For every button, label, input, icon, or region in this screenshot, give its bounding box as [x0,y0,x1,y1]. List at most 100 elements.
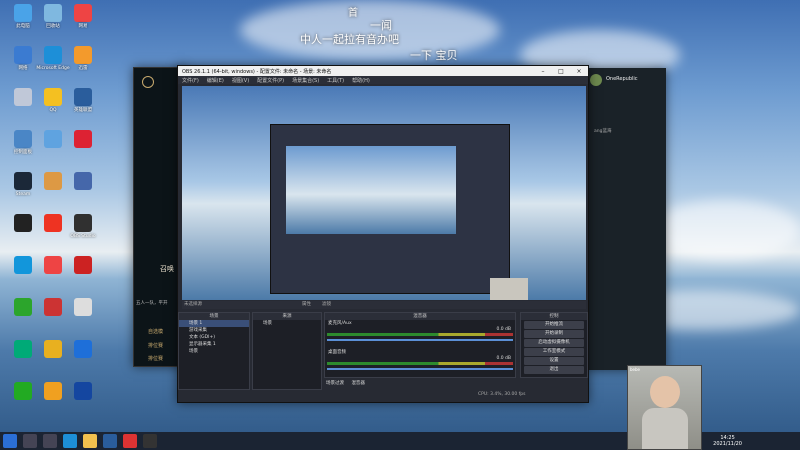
league-option[interactable]: 排位赛 [148,342,163,349]
menu-item[interactable]: 文件(F) [182,77,199,84]
desktop-icon[interactable] [14,172,32,190]
desktop-icon[interactable] [14,88,32,106]
menu-item[interactable]: 工具(T) [327,77,344,84]
desktop-icon[interactable] [74,256,92,274]
transitions-tab[interactable]: 场景过渡 [326,381,344,386]
desktop-icon[interactable] [44,4,62,22]
desktop-icon-label: Microsoft Edge [36,66,70,71]
mixer-tab[interactable]: 混音器 [351,381,365,386]
close-icon[interactable]: × [570,68,588,75]
desktop-icon-label: OBS Studio [70,234,96,239]
desktop-icon[interactable] [74,172,92,190]
desktop-icon[interactable] [14,256,32,274]
clock[interactable]: 14:25 2021/11/20 [713,435,742,447]
obs-taskbar-icon[interactable] [143,434,157,448]
chat-username: OneRepublic [606,76,638,82]
chat-list-item[interactable]: ang蓝海 [594,128,611,134]
properties-tab[interactable]: 属性 [302,301,311,307]
audio-meter [327,333,513,336]
scenes-panel: 场景 场景 1 游戏采集 文本 (GDI+) 显示器采集 1 场景 [178,312,250,390]
clock-date: 2021/11/20 [713,441,742,447]
control-button[interactable]: 退出 [524,366,584,374]
menu-item[interactable]: 编辑(E) [207,77,224,84]
obs-window[interactable]: OBS 26.1.1 (64-bit, windows) - 配置文件: 未命名… [177,65,589,403]
chat-window[interactable]: OneRepublic ang蓝海 [586,68,666,370]
desktop-icon-label: 迅雷 [78,66,88,71]
league-option[interactable]: 排位赛 [148,355,163,362]
desktop-icon[interactable] [44,214,62,232]
desktop-icon[interactable] [14,214,32,232]
sources-header: 来源 [253,313,321,320]
menu-item[interactable]: 帮助(H) [352,77,370,84]
search-icon[interactable] [23,434,37,448]
scene-item[interactable]: 显示器采集 1 [179,341,249,348]
edge-icon[interactable] [63,434,77,448]
control-button[interactable]: 开始推流 [524,321,584,329]
desktop-icon[interactable] [74,382,92,400]
sources-panel: 来源 场景 [252,312,322,390]
mixer-panel: 混音器 麦克风/Aux 0.0 dB 桌面音频 0.0 dB [324,312,516,378]
desktop-icon[interactable] [74,340,92,358]
mixer-db: 0.0 dB [496,327,511,332]
league-taskbar-icon[interactable] [103,434,117,448]
desktop-icon[interactable] [44,172,62,190]
desktop-icon[interactable] [44,88,62,106]
menu-item[interactable]: 视图(V) [232,77,249,84]
desktop-icon[interactable] [44,382,62,400]
desktop-icon[interactable] [14,382,32,400]
lyric-line: 中人一起拉有音办吧 [300,33,399,46]
obs-preview[interactable] [182,86,586,300]
league-option[interactable]: 自选模 [148,328,163,335]
desktop-icon-label: 英雄联盟 [74,108,92,113]
source-item[interactable]: 场景 [253,320,321,327]
mixer-tabs: 场景过渡 混音器 [326,380,365,386]
scene-item[interactable]: 游戏采集 [179,327,249,334]
obs-status: CPU: 3.4%, 30.00 fps [478,392,526,397]
menu-item[interactable]: 配置文件(P) [257,77,284,84]
volume-slider[interactable] [327,368,513,370]
scene-item[interactable]: 场景 1 [179,320,249,327]
volume-slider[interactable] [327,339,513,341]
desktop-icon[interactable] [44,298,62,316]
desktop-icon[interactable] [74,4,92,22]
desktop-icon-label: 此电脑 [16,24,30,29]
obs-context-bar: 未选择源 属性 滤镜 [182,301,586,309]
desktop-icon[interactable] [74,88,92,106]
control-button[interactable]: 设置 [524,357,584,365]
explorer-icon[interactable] [83,434,97,448]
desktop-icon-label: Steam [15,192,31,197]
filters-tab[interactable]: 滤镜 [322,301,331,307]
desktop-icon[interactable] [74,130,92,148]
desktop-icon[interactable] [14,4,32,22]
desktop-icon[interactable] [74,214,92,232]
obs-title: OBS 26.1.1 (64-bit, windows) - 配置文件: 未命名… [182,68,332,75]
control-button[interactable]: 工作室模式 [524,348,584,356]
desktop-icon[interactable] [44,340,62,358]
desktop-icon[interactable] [74,46,92,64]
desktop-icon[interactable] [14,298,32,316]
menu-item[interactable]: 场景集合(S) [292,77,319,84]
scene-item[interactable]: 文本 (GDI+) [179,334,249,341]
obs-titlebar[interactable]: OBS 26.1.1 (64-bit, windows) - 配置文件: 未命名… [178,66,588,76]
desktop-icon[interactable] [14,340,32,358]
nested-preview [286,146,456,234]
desktop-icon[interactable] [44,256,62,274]
task-view-icon[interactable] [43,434,57,448]
scene-item[interactable]: 场景 [179,348,249,355]
minimize-icon[interactable]: – [534,68,552,75]
desktop-icon-label: 控制面板 [14,150,32,155]
netease-music-icon[interactable] [123,434,137,448]
desktop-icon[interactable] [74,298,92,316]
desktop-icon[interactable] [44,46,62,64]
lyric-line: 一下 宝贝 [410,49,458,62]
desktop-icon[interactable] [14,46,32,64]
lyric-line: 首 [348,8,358,19]
desktop-icon[interactable] [14,130,32,148]
windows-start-icon[interactable] [3,434,17,448]
controls-panel: 控制 开始推流 开始录制 启动虚拟摄像机 工作室模式 设置 退出 [520,312,588,378]
desktop-icon[interactable] [44,130,62,148]
maximize-icon[interactable]: □ [552,68,570,75]
control-button[interactable]: 开始录制 [524,330,584,338]
control-button[interactable]: 启动虚拟摄像机 [524,339,584,347]
mixer-db: 0.0 dB [496,356,511,361]
